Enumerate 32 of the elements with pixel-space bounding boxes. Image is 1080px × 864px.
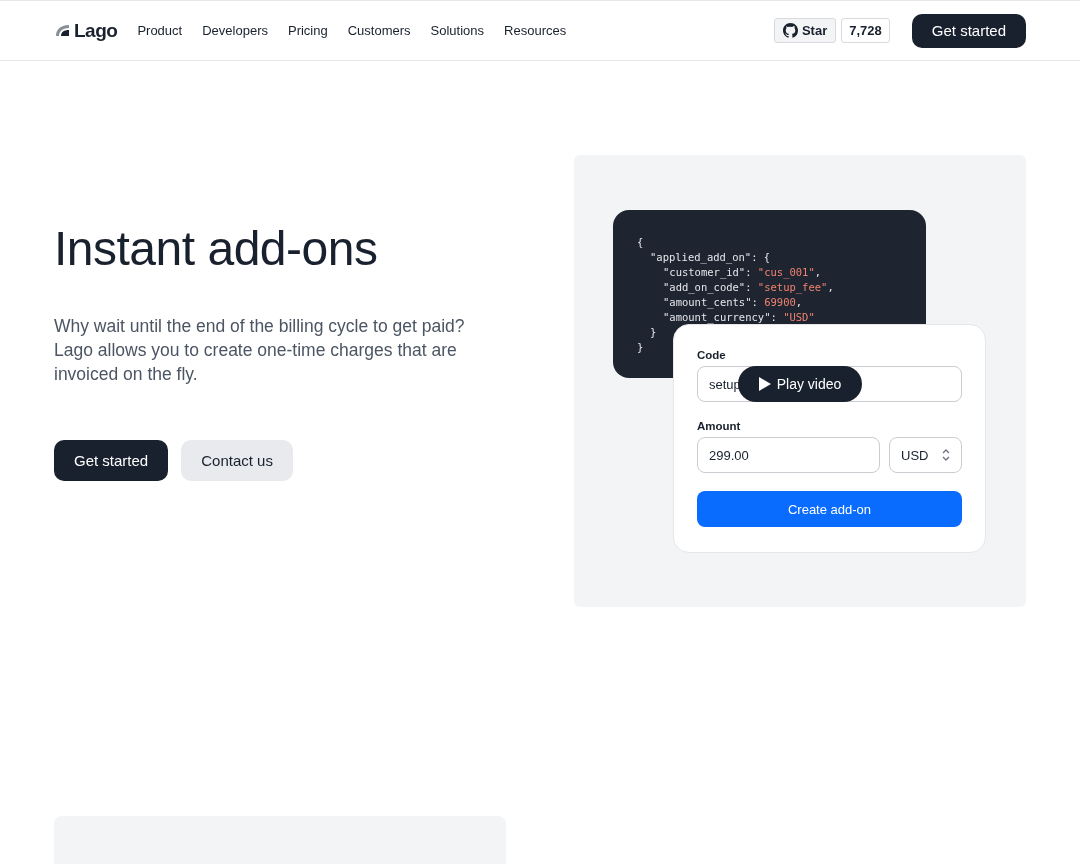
currency-select[interactable]: USD: [889, 437, 962, 473]
github-icon: [782, 23, 798, 38]
code-line: "amount_cents": 69900,: [662, 295, 803, 310]
amount-input-field[interactable]: 299.00: [697, 437, 880, 473]
field-label: Code: [697, 349, 726, 361]
create-add-on-button[interactable]: Create add-on: [697, 491, 962, 527]
nav-link[interactable]: Solutions: [430, 23, 485, 38]
get-started-button[interactable]: Get started: [911, 13, 1026, 48]
field-label: Amount: [697, 420, 741, 432]
code-line: }: [637, 340, 644, 355]
code-line: "customer_id": "cus_001",: [662, 265, 822, 280]
nav-link[interactable]: Customers: [347, 23, 411, 38]
play-icon: [758, 377, 771, 391]
code-line: {: [637, 235, 644, 250]
code-line: }: [649, 325, 657, 340]
github-star-button[interactable]: Star: [773, 18, 837, 43]
logo-icon: [54, 23, 71, 38]
code-line: "amount_currency": "USD": [662, 310, 815, 325]
contact-button[interactable]: Contact us: [181, 440, 293, 481]
nav-link[interactable]: Pricing: [287, 23, 328, 38]
nav-link[interactable]: Product: [137, 23, 183, 38]
logo-text: Lago: [74, 19, 118, 42]
hero-description: Why wait until the end of the billing cycle to get paid? Lago allows you to create one-time charges that are invoiced on the fly.: [54, 315, 466, 386]
code-line: "add_on_code": "setup_fee",: [662, 280, 834, 295]
nav-link[interactable]: Developers: [202, 23, 268, 38]
hero-title: Instant add-ons: [54, 221, 379, 276]
chevron-up-down-icon: [942, 448, 950, 462]
get-started-button[interactable]: Get started: [54, 440, 169, 481]
play-video-button[interactable]: Play video: [738, 366, 862, 402]
code-line: "applied_add_on": {: [649, 250, 771, 265]
nav-link[interactable]: Resources: [504, 23, 567, 38]
star-count[interactable]: 7,728: [841, 18, 890, 43]
